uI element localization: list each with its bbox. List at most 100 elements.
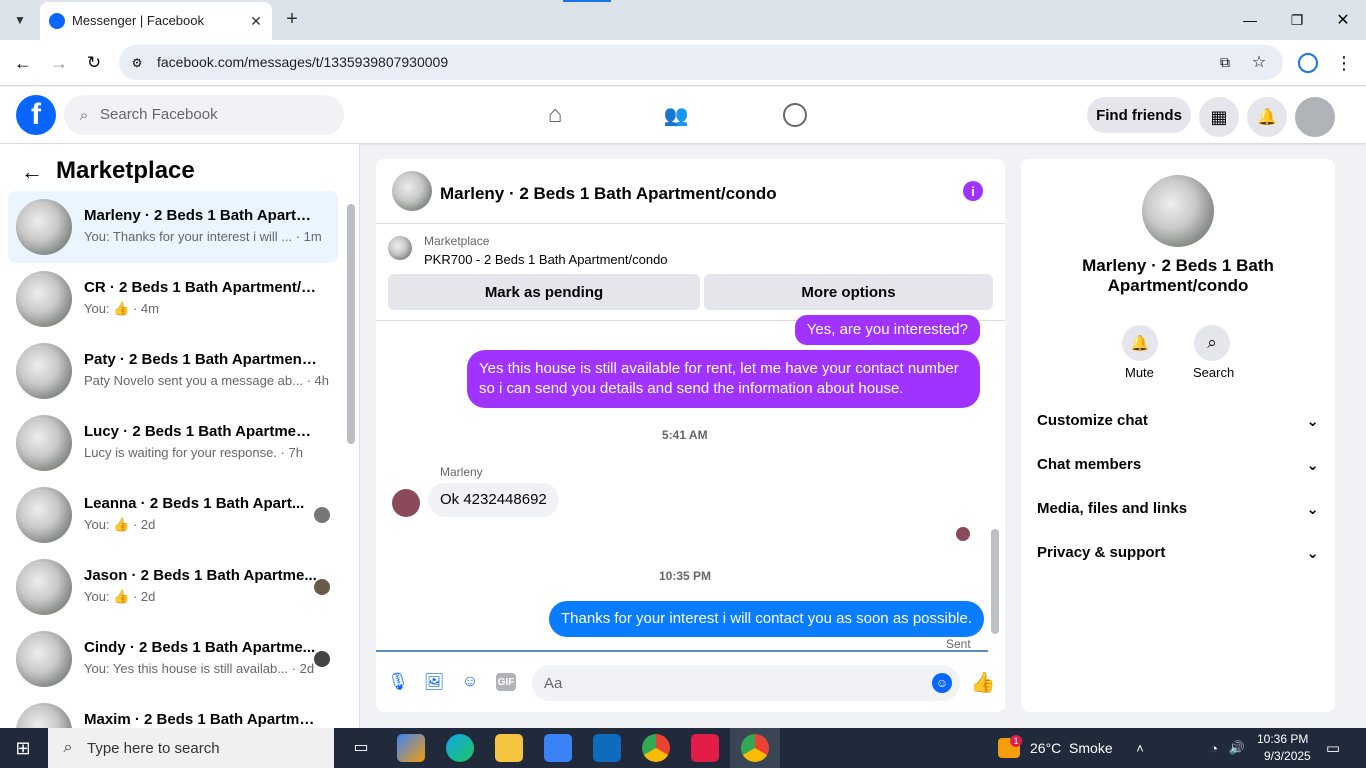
chat-title[interactable]: Marleny · 2 Beds 1 Bath Apartment/condo	[440, 184, 777, 204]
conversation-title: Paty · 2 Beds 1 Bath Apartment/...	[84, 351, 320, 368]
store-icon[interactable]	[544, 734, 572, 762]
weather-badge: 1	[1010, 735, 1022, 747]
conversation-item[interactable]: Marleny · 2 Beds 1 Bath Apartm... You: T…	[8, 191, 338, 263]
back-icon[interactable]: ←	[12, 52, 34, 74]
mark-as-pending-button[interactable]: Mark as pending	[388, 274, 700, 310]
info-icon[interactable]: i	[963, 181, 983, 201]
chat-listing-thumbnail[interactable]	[392, 171, 432, 211]
chat-members-section[interactable]: Chat members ⌄	[1037, 456, 1319, 474]
volume-icon[interactable]: 🔊	[1228, 738, 1246, 758]
snipping-tool-icon[interactable]	[691, 734, 719, 762]
microphone-icon[interactable]: 🎙	[387, 671, 409, 693]
conversation-title: Cindy · 2 Beds 1 Bath Apartme...	[84, 639, 316, 656]
emoji-icon[interactable]: ☺	[932, 673, 952, 693]
home-icon[interactable]: ⌂	[541, 101, 569, 129]
menu-kebab-icon[interactable]: ⋮	[1334, 52, 1354, 74]
conversation-title: Maxim · 2 Beds 1 Bath Apartme...	[84, 711, 320, 728]
tab-list-button[interactable]: ▼	[8, 8, 32, 32]
outlook-icon[interactable]	[593, 734, 621, 762]
customize-chat-section[interactable]: Customize chat ⌄	[1037, 412, 1319, 430]
tray-chevron-icon[interactable]: ˄	[1131, 738, 1149, 758]
search-facebook-input[interactable]: ⌕ Search Facebook	[64, 95, 344, 135]
file-explorer-icon[interactable]	[495, 734, 523, 762]
info-listing-image[interactable]	[1142, 175, 1214, 247]
find-friends-button[interactable]: Find friends	[1087, 97, 1191, 133]
message-input[interactable]: Aa ☺	[532, 665, 960, 701]
forward-icon[interactable]: →	[48, 52, 70, 74]
groups-icon[interactable]	[783, 103, 807, 127]
new-tab-icon[interactable]: +	[282, 8, 302, 30]
close-tab-icon[interactable]: ✕	[246, 11, 266, 31]
copilot-icon[interactable]	[397, 734, 425, 762]
conversation-snippet: Paty Novelo sent you a message ab... · 4…	[84, 373, 329, 388]
mute-label: Mute	[1125, 365, 1154, 380]
browser-tab[interactable]: Messenger | Facebook ✕	[40, 2, 272, 40]
bookmark-star-icon[interactable]: ☆	[1249, 52, 1269, 72]
task-view-icon[interactable]: ▭	[350, 736, 372, 758]
clock-date[interactable]: 9/3/2025	[1264, 749, 1311, 763]
url-text[interactable]: facebook.com/messages/t/1335939807930009	[157, 54, 448, 70]
listing-thumbnail	[16, 487, 72, 543]
mute-bell-icon[interactable]: 🔔	[1122, 325, 1158, 361]
conversation-item[interactable]: Maxim · 2 Beds 1 Bath Apartme...	[8, 695, 338, 728]
restore-icon[interactable]: ❐	[1287, 10, 1307, 30]
conversation-title: CR · 2 Beds 1 Bath Apartment/co...	[84, 279, 320, 296]
site-info-icon[interactable]: ⚙	[127, 53, 147, 73]
conversation-item[interactable]: Cindy · 2 Beds 1 Bath Apartme... You: Ye…	[8, 623, 338, 695]
divider	[376, 223, 1005, 224]
profile-icon[interactable]	[1298, 53, 1318, 73]
reload-icon[interactable]: ↻	[83, 52, 105, 74]
message-bubble-outgoing[interactable]: Yes this house is still available for re…	[467, 350, 980, 408]
listing-title[interactable]: PKR700 - 2 Beds 1 Bath Apartment/condo	[424, 252, 668, 267]
back-arrow-icon[interactable]: ←	[20, 159, 44, 184]
conversation-snippet: Lucy is waiting for your response. · 7h	[84, 445, 303, 460]
chat-scrollbar[interactable]	[991, 529, 999, 634]
listing-thumbnail	[16, 271, 72, 327]
clock-time[interactable]: 10:36 PM	[1257, 732, 1308, 746]
sender-avatar[interactable]	[392, 489, 420, 517]
divider	[376, 650, 988, 652]
address-bar-row: ← → ↻ ⚙ facebook.com/messages/t/13359398…	[0, 40, 1366, 86]
minimize-icon[interactable]: —	[1240, 10, 1260, 30]
edge-icon[interactable]	[446, 734, 474, 762]
conversation-item[interactable]: Lucy · 2 Beds 1 Bath Apartment/... Lucy …	[8, 407, 338, 479]
like-thumbs-up-icon[interactable]: 👍	[971, 669, 996, 695]
network-icon[interactable]: ◔	[1205, 738, 1223, 758]
more-options-button[interactable]: More options	[704, 274, 993, 310]
timestamp: 10:35 PM	[659, 569, 712, 583]
install-app-icon[interactable]: ⧉	[1215, 52, 1235, 72]
chevron-down-icon: ⌄	[1306, 545, 1319, 562]
message-bubble-outgoing[interactable]: Thanks for your interest i will contact …	[549, 601, 985, 637]
search-conversation-icon[interactable]: ⌕	[1194, 325, 1230, 361]
media-files-links-section[interactable]: Media, files and links ⌄	[1037, 500, 1319, 518]
conversation-item[interactable]: CR · 2 Beds 1 Bath Apartment/co... You: …	[8, 263, 338, 335]
friends-icon[interactable]: 👥	[662, 101, 690, 129]
sidebar-scrollbar[interactable]	[347, 204, 355, 444]
chevron-down-icon: ⌄	[1306, 413, 1319, 430]
buyer-avatar	[314, 579, 330, 595]
search-label: Search	[1193, 365, 1235, 380]
menu-grid-icon[interactable]: ▦	[1199, 97, 1239, 137]
message-bubble-incoming[interactable]: Ok 4232448692	[428, 483, 559, 517]
notification-center-icon[interactable]: ▭	[1323, 738, 1343, 758]
privacy-support-section[interactable]: Privacy & support ⌄	[1037, 544, 1319, 562]
chat-panel: Marleny · 2 Beds 1 Bath Apartment/condo …	[376, 159, 1005, 712]
message-bubble-outgoing[interactable]: Yes, are you interested?	[794, 315, 980, 345]
conversation-title: Marleny · 2 Beds 1 Bath Apartm...	[84, 207, 320, 224]
omnibox[interactable]: ⚙ facebook.com/messages/t/13359398079300…	[119, 45, 1283, 80]
gif-icon[interactable]: GIF	[496, 673, 516, 691]
conversation-item[interactable]: Jason · 2 Beds 1 Bath Apartme... You: 👍 …	[8, 551, 338, 623]
conversation-item[interactable]: Paty · 2 Beds 1 Bath Apartment/... Paty …	[8, 335, 338, 407]
taskbar-search-box[interactable]: ⌕ Type here to search	[48, 728, 334, 768]
chrome-icon[interactable]	[642, 734, 670, 762]
facebook-logo[interactable]: f	[16, 95, 56, 135]
weather-text[interactable]: 26°C Smoke	[1030, 740, 1113, 756]
account-avatar[interactable]	[1295, 97, 1335, 137]
sticker-icon[interactable]: ☺	[460, 671, 480, 693]
photo-icon[interactable]: 🖼	[424, 671, 444, 693]
conversation-item[interactable]: Leanna · 2 Beds 1 Bath Apart... You: 👍 ·…	[8, 479, 338, 551]
notifications-bell-icon[interactable]: 🔔	[1247, 97, 1287, 137]
chrome-active-icon[interactable]	[741, 734, 769, 762]
windows-start-icon[interactable]: ⊞	[12, 737, 34, 759]
close-window-icon[interactable]: ✕	[1333, 10, 1353, 30]
